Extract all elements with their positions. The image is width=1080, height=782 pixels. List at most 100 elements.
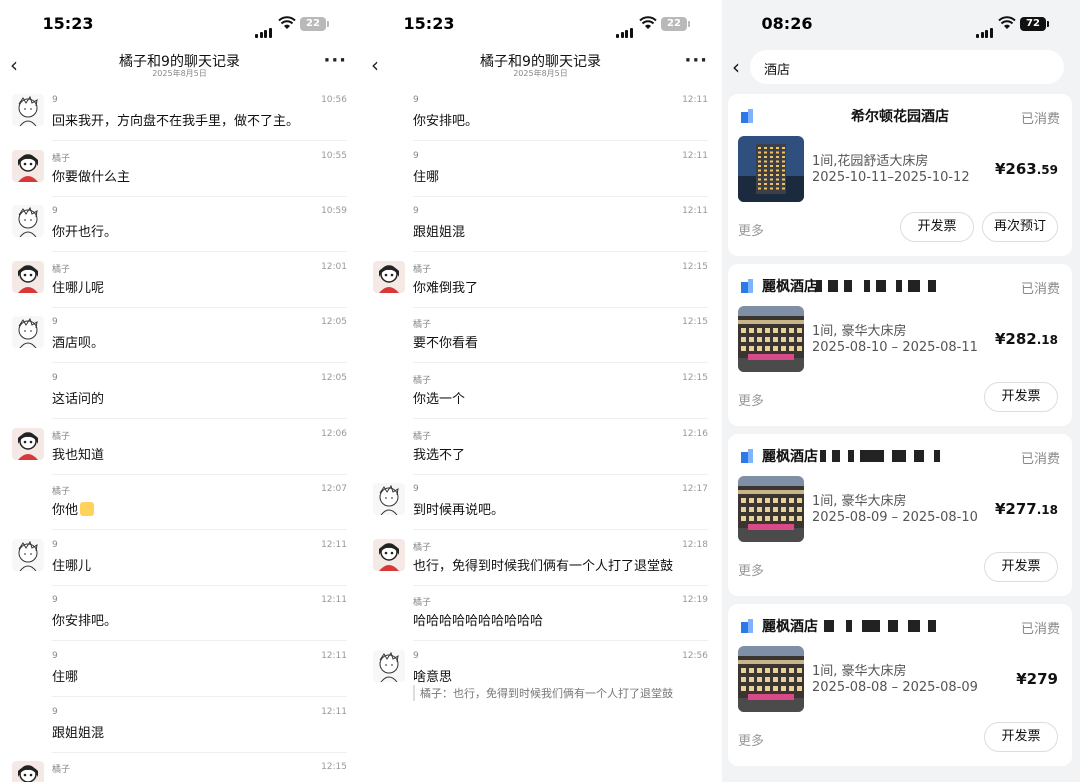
- avatar[interactable]: [12, 538, 44, 571]
- signal-icon: [255, 19, 273, 38]
- more-link[interactable]: 更多: [738, 220, 764, 239]
- message-item[interactable]: 9 12:05 酒店呗。: [0, 307, 359, 364]
- message-item[interactable]: 橘子 12:18 也行，免得到时候我们俩有一个人打了退堂鼓: [361, 530, 720, 586]
- status-bar: 15:23 22: [361, 0, 720, 48]
- message-item[interactable]: 橘子 10:55 你要做什么主: [0, 141, 359, 197]
- message-time: 12:56: [682, 651, 708, 661]
- redaction-mark: [846, 620, 852, 632]
- message-item[interactable]: 9 12:56 啥意思 橘子：也行，免得到时候我们俩有一个人打了退堂鼓: [361, 641, 720, 701]
- order-price: ¥279: [1016, 670, 1058, 688]
- avatar[interactable]: [12, 316, 44, 349]
- redaction-mark: [928, 280, 936, 292]
- message-text: 你难倒我了: [413, 280, 479, 296]
- hotel-name[interactable]: 麗枫酒店: [762, 616, 818, 636]
- message-item[interactable]: 橘子 12:16 我选不了: [361, 419, 720, 475]
- message-item[interactable]: 9 12:11 住哪儿: [0, 530, 359, 586]
- message-item[interactable]: 9 12:05 这话问的: [0, 363, 359, 419]
- avatar[interactable]: [12, 427, 44, 460]
- message-item[interactable]: 橘子 12:06 我也知道: [0, 419, 359, 475]
- avatar[interactable]: [12, 260, 44, 293]
- rebook-button[interactable]: 再次预订: [982, 212, 1058, 242]
- redaction-mark: [864, 280, 870, 292]
- search-bar[interactable]: 酒店: [750, 50, 1064, 84]
- back-icon[interactable]: ‹: [732, 55, 740, 79]
- chat-navbar: ‹ 橘子和9的聊天记录 2025年8月5日 ···: [361, 44, 720, 82]
- sender-name: 9: [413, 484, 419, 495]
- more-link[interactable]: 更多: [738, 730, 764, 749]
- message-text: 你他: [52, 499, 95, 518]
- avatar[interactable]: [12, 205, 44, 238]
- hotel-photo[interactable]: [738, 136, 804, 202]
- stay-dates: 2025-08-10 – 2025-08-11: [812, 340, 978, 355]
- hotel-name[interactable]: 麗枫酒店: [762, 446, 818, 466]
- message-text: 你要做什么主: [52, 169, 131, 185]
- hotel-name[interactable]: 麗枫酒店: [762, 276, 818, 296]
- message-item[interactable]: 9 12:11 住哪: [361, 141, 720, 197]
- more-icon[interactable]: ···: [684, 50, 708, 71]
- hotel-photo[interactable]: [738, 306, 804, 372]
- hotel-order-card[interactable]: 麗枫酒店 已消费 1间, 豪华大床房 2025-08-09 – 2025-08-10 ¥…: [728, 434, 1072, 596]
- stay-dates: 2025-08-09 – 2025-08-10: [812, 510, 978, 525]
- message-time: 12:01: [321, 261, 347, 272]
- invoice-button[interactable]: 开发票: [984, 382, 1058, 412]
- avatar[interactable]: [12, 94, 44, 126]
- more-link[interactable]: 更多: [738, 560, 764, 579]
- message-item[interactable]: 9 10:59 你开也行。: [0, 196, 359, 253]
- message-item[interactable]: 橘子 12:15: [0, 752, 359, 782]
- battery-icon: 72: [1020, 17, 1049, 31]
- redaction-mark: [908, 620, 920, 632]
- hotel-photo[interactable]: [738, 646, 804, 712]
- message-item[interactable]: 9 12:11 住哪: [0, 641, 359, 697]
- avatar[interactable]: [373, 650, 405, 682]
- more-link[interactable]: 更多: [738, 390, 764, 409]
- sender-name: 9: [52, 595, 58, 606]
- message-item[interactable]: 橘子 12:07 你他: [0, 474, 359, 531]
- message-item[interactable]: 橘子 12:15 你难倒我了: [361, 252, 720, 308]
- order-price: ¥263.59: [994, 160, 1058, 178]
- avatar[interactable]: [373, 538, 405, 571]
- sender-name: 9: [52, 95, 58, 105]
- invoice-button[interactable]: 开发票: [984, 552, 1058, 582]
- more-icon[interactable]: ···: [323, 50, 347, 71]
- message-text: 你开也行。: [52, 225, 118, 241]
- message-item[interactable]: 9 12:11 跟姐姐混: [0, 697, 359, 753]
- message-item[interactable]: 9 12:11 你安排吧。: [0, 585, 359, 642]
- message-item[interactable]: 9 12:11 跟姐姐混: [361, 196, 720, 253]
- page-date: 2025年8月5日: [513, 69, 568, 78]
- redaction-mark: [820, 450, 826, 462]
- chat-history-panel-right: 15:23 22 ‹ 橘子和9的聊天记录 2025年8月5日 ··· 9 12:1…: [361, 0, 720, 782]
- message-item[interactable]: 橘子 12:19 哈哈哈哈哈哈哈哈哈哈: [361, 585, 720, 642]
- quoted-message[interactable]: 橘子：也行，免得到时候我们俩有一个人打了退堂鼓: [413, 685, 673, 701]
- message-item[interactable]: 橘子 12:15 要不你看看: [361, 307, 720, 364]
- message-time: 12:15: [682, 317, 708, 328]
- invoice-button[interactable]: 开发票: [984, 722, 1058, 752]
- hotel-order-card[interactable]: 麗枫酒店 已消费 1间, 豪华大床房 2025-08-08 – 2025-08-09 ¥…: [728, 604, 1072, 766]
- message-item[interactable]: 9 10:56 回来我开，方向盘不在我手里，做不了主。: [0, 85, 359, 141]
- order-status: 已消费: [1020, 452, 1060, 467]
- status-time: 15:23: [403, 14, 455, 33]
- avatar[interactable]: [373, 260, 405, 293]
- avatar[interactable]: [12, 149, 44, 182]
- redaction-mark: [896, 280, 902, 292]
- avatar[interactable]: [373, 483, 405, 516]
- message-item[interactable]: 橘子 12:15 你选一个: [361, 363, 720, 419]
- message-text: 你选一个: [413, 392, 466, 407]
- battery-icon: 22: [661, 17, 690, 31]
- sender-name: 橘子: [413, 542, 432, 553]
- invoice-button[interactable]: 开发票: [900, 212, 974, 242]
- message-item[interactable]: 9 12:11 你安排吧。: [361, 85, 720, 141]
- hotel-orders-panel: 08:26 72 ‹ 酒店 希尔顿花园酒店 已消费 1间,花园舒适大床房 2025-1…: [722, 0, 1080, 782]
- message-item[interactable]: 橘子 12:01 住哪儿呢: [0, 252, 359, 308]
- hotel-photo[interactable]: [738, 476, 804, 542]
- message-text: 你安排吧。: [52, 614, 118, 630]
- sender-name: 橘子: [52, 264, 71, 275]
- status-bar: 15:23 22: [0, 0, 359, 48]
- hotel-order-card[interactable]: 希尔顿花园酒店 已消费 1间,花园舒适大床房 2025-10-11–2025-10-1…: [728, 94, 1072, 256]
- redaction-mark: [928, 620, 936, 632]
- stay-dates: 2025-08-08 – 2025-08-09: [812, 680, 978, 695]
- message-item[interactable]: 9 12:17 到时候再说吧。: [361, 474, 720, 531]
- hotel-order-card[interactable]: 麗枫酒店 已消费 1间, 豪华大床房 2025-08-10 – 2025-08-11 ¥…: [728, 264, 1072, 426]
- sender-name: 9: [52, 651, 58, 661]
- message-time: 12:16: [682, 428, 708, 439]
- avatar[interactable]: [12, 761, 44, 782]
